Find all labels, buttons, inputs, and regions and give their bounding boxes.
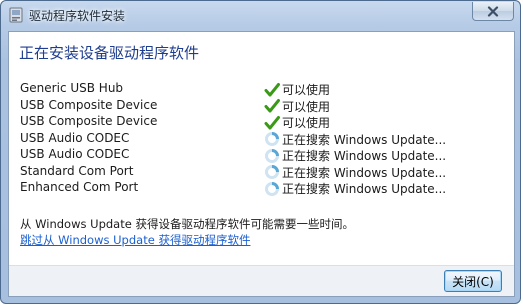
status-text: 正在搜索 Windows Update... [282, 149, 447, 163]
status-text: 可以使用 [282, 83, 331, 97]
device-list: Generic USB Hub 可以使用 USB Composite Devic… [20, 81, 500, 197]
list-item: Enhanced Com Port 正在搜索 Windows Update... [20, 180, 500, 197]
checkmark-icon [264, 115, 280, 129]
window-close-button[interactable] [472, 2, 514, 21]
device-status: 正在搜索 Windows Update... [264, 131, 446, 148]
skip-windows-update-link[interactable]: 跳过从 Windows Update 获得驱动程序软件 [20, 232, 250, 248]
list-item: USB Audio CODEC 正在搜索 Windows Update... [20, 147, 500, 164]
device-status: 可以使用 [264, 98, 330, 115]
list-item: USB Composite Device 可以使用 [20, 114, 500, 131]
checkmark-icon [264, 99, 280, 113]
status-text: 可以使用 [282, 99, 331, 114]
info-text: 从 Windows Update 获得设备驱动程序软件可能需要一些时间。 [20, 217, 354, 231]
list-item: Generic USB Hub 可以使用 [20, 81, 500, 98]
device-name: Standard Com Port [20, 163, 134, 178]
list-item: USB Composite Device 可以使用 [20, 98, 500, 115]
device-status: 正在搜索 Windows Update... [264, 180, 446, 197]
checkmark-icon [264, 82, 280, 96]
busy-spinner-icon [265, 148, 279, 163]
dialog-content: 正在安装设备驱动程序软件 Generic USB Hub 可以使用 USB Co… [8, 31, 515, 297]
device-name: USB Audio CODEC [20, 147, 130, 161]
device-name: Enhanced Com Port [20, 180, 139, 194]
list-item: USB Audio CODEC 正在搜索 Windows Update... [20, 131, 500, 148]
status-text: 正在搜索 Windows Update... [282, 132, 447, 147]
busy-spinner-icon [265, 181, 279, 196]
device-status: 可以使用 [264, 81, 330, 98]
close-icon [487, 5, 499, 17]
status-text: 正在搜索 Windows Update... [282, 182, 447, 196]
device-status: 正在搜索 Windows Update... [264, 147, 446, 164]
dialog-footer: 关闭(C) [9, 265, 514, 296]
window-title: 驱动程序软件安装 [29, 9, 126, 23]
title-bar[interactable]: 驱动程序软件安装 [1, 1, 520, 31]
device-name: USB Audio CODEC [20, 130, 130, 145]
device-name: USB Composite Device [20, 114, 158, 128]
status-text: 正在搜索 Windows Update... [282, 165, 447, 180]
busy-spinner-icon [265, 165, 279, 179]
device-status: 可以使用 [264, 114, 330, 131]
device-driver-icon [9, 7, 23, 23]
page-title: 正在安装设备驱动程序软件 [19, 44, 200, 62]
driver-install-dialog: 驱动程序软件安装 正在安装设备驱动程序软件 Generic USB Hub 可以… [0, 0, 521, 304]
status-text: 可以使用 [282, 116, 331, 130]
device-name: USB Composite Device [20, 97, 158, 112]
device-status: 正在搜索 Windows Update... [264, 164, 446, 181]
busy-spinner-icon [265, 132, 279, 146]
device-name: Generic USB Hub [20, 81, 124, 95]
close-button[interactable]: 关闭(C) [444, 270, 502, 292]
list-item: Standard Com Port 正在搜索 Windows Update... [20, 164, 500, 181]
